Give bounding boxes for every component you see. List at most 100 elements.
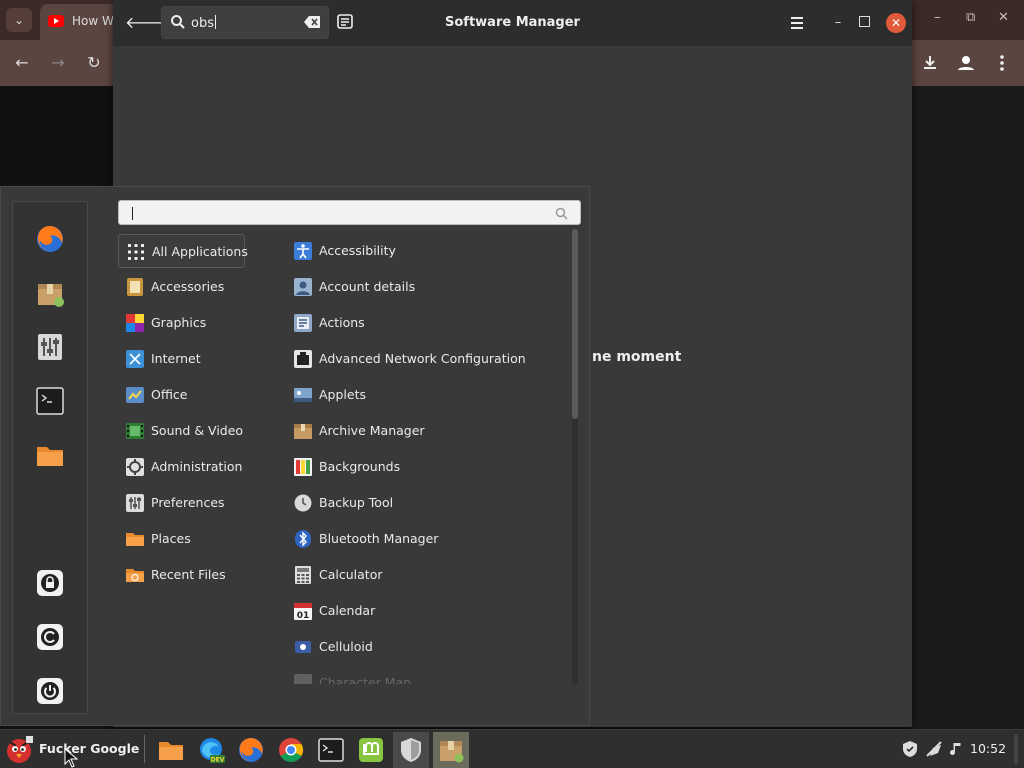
app-advanced-network-configuration[interactable]: Advanced Network Configuration xyxy=(291,342,567,376)
app-backgrounds[interactable]: Backgrounds xyxy=(291,450,567,484)
panel-separator xyxy=(144,735,145,763)
app-actions[interactable]: Actions xyxy=(291,306,567,340)
package-icon[interactable] xyxy=(35,278,65,308)
applets-icon xyxy=(294,388,312,402)
favorites-sidebar xyxy=(12,201,88,714)
app-label: Backgrounds xyxy=(319,459,401,474)
network-disconnected-icon[interactable] xyxy=(925,740,943,758)
show-desktop-button[interactable] xyxy=(1014,734,1018,764)
category-preferences[interactable]: Preferences xyxy=(118,486,245,520)
category-sound-video[interactable]: Sound & Video xyxy=(118,414,245,448)
category-all-applications[interactable]: All Applications xyxy=(118,234,248,268)
app-backup-tool[interactable]: Backup Tool xyxy=(291,486,567,520)
app-label: Celluloid xyxy=(319,639,373,654)
browser-restore-button[interactable]: ⧉ xyxy=(966,10,975,25)
package-icon xyxy=(440,741,464,763)
calculator-icon xyxy=(295,566,311,584)
app-bluetooth-manager[interactable]: Bluetooth Manager xyxy=(291,522,567,556)
browser-close-button[interactable]: ✕ xyxy=(998,10,1009,25)
app-label: Calculator xyxy=(319,567,383,582)
app-calendar[interactable]: 01 Calendar xyxy=(291,594,567,628)
logout-icon[interactable] xyxy=(35,622,65,652)
tab-search-button[interactable]: ⌄ xyxy=(6,8,32,32)
app-celluloid[interactable]: Celluloid xyxy=(291,630,567,664)
folder-icon[interactable] xyxy=(35,440,65,470)
launcher-edge-dev[interactable]: DEV xyxy=(193,732,229,768)
angry-bird-icon xyxy=(7,736,33,763)
search-input[interactable]: obs xyxy=(161,6,329,39)
back-arrow-icon[interactable]: ← xyxy=(11,52,33,74)
media-icon xyxy=(126,423,144,439)
app-label: Account details xyxy=(319,279,416,294)
launcher-terminal[interactable] xyxy=(313,732,349,768)
hamburger-menu-icon[interactable] xyxy=(787,14,807,32)
recent-icon xyxy=(126,569,144,582)
menu-search-caret xyxy=(132,207,133,220)
loading-message: ne moment xyxy=(592,349,682,365)
category-graphics[interactable]: Graphics xyxy=(118,306,245,340)
category-label: All Applications xyxy=(152,244,248,259)
app-archive-manager[interactable]: Archive Manager xyxy=(291,414,567,448)
maximize-button[interactable] xyxy=(859,16,870,27)
celluloid-icon xyxy=(295,641,311,653)
backup-icon xyxy=(294,494,312,512)
category-administration[interactable]: Administration xyxy=(118,450,245,484)
app-label: Actions xyxy=(319,315,365,330)
launcher-firefox[interactable] xyxy=(233,732,269,768)
category-recent-files[interactable]: Recent Files xyxy=(118,558,245,592)
clock[interactable]: 10:52 xyxy=(970,741,1006,756)
browser-tab[interactable]: How W xyxy=(40,4,120,40)
application-menu: All Applications Accessories Graphics In… xyxy=(0,186,590,726)
calculator-icon xyxy=(127,278,143,296)
internet-icon xyxy=(126,350,144,368)
app-character-map[interactable]: Character Map xyxy=(291,666,567,684)
reload-icon[interactable]: ↻ xyxy=(83,52,105,74)
category-internet[interactable]: Internet xyxy=(118,342,245,376)
launcher-chrome[interactable] xyxy=(273,732,309,768)
menu-search-input[interactable] xyxy=(118,200,581,225)
chrome-icon xyxy=(279,738,304,762)
security-shield-icon[interactable] xyxy=(901,740,919,758)
folder-icon xyxy=(159,742,183,760)
sliders-icon[interactable] xyxy=(35,332,65,362)
terminal-icon xyxy=(318,738,344,762)
download-icon[interactable] xyxy=(919,52,941,74)
minimize-button[interactable]: – xyxy=(830,14,846,32)
app-applets[interactable]: Applets xyxy=(291,378,567,412)
launcher-shield[interactable] xyxy=(393,732,429,768)
sound-icon[interactable] xyxy=(948,740,966,758)
account-icon xyxy=(294,278,312,296)
category-label: Recent Files xyxy=(151,567,226,582)
launcher-mint-install[interactable] xyxy=(353,732,389,768)
browser-minimize-button[interactable]: – xyxy=(934,10,941,25)
menu-applet-label: Fucker Google xyxy=(39,741,140,756)
app-label: Accessibility xyxy=(319,243,396,258)
close-button[interactable]: ✕ xyxy=(886,13,906,33)
category-label: Sound & Video xyxy=(151,423,244,438)
lock-icon[interactable] xyxy=(35,568,65,598)
clear-search-icon[interactable] xyxy=(304,16,320,28)
archive-icon xyxy=(294,424,312,439)
firefox-icon xyxy=(239,738,263,762)
profile-icon[interactable] xyxy=(955,52,977,74)
mouse-cursor-icon xyxy=(64,748,78,768)
category-accessories[interactable]: Accessories xyxy=(118,270,245,304)
category-places[interactable]: Places xyxy=(118,522,245,556)
app-label: Applets xyxy=(319,387,366,402)
terminal-icon[interactable] xyxy=(35,386,65,416)
forward-arrow-icon[interactable]: → xyxy=(47,52,69,74)
app-accessibility[interactable]: Accessibility xyxy=(291,234,567,268)
office-icon xyxy=(126,387,144,403)
back-arrow-icon[interactable]: 🡐 xyxy=(125,12,168,34)
history-icon[interactable] xyxy=(335,12,355,32)
power-icon[interactable] xyxy=(35,676,65,706)
launcher-software-manager[interactable] xyxy=(433,732,469,768)
app-calculator[interactable]: Calculator xyxy=(291,558,567,592)
svg-text:DEV: DEV xyxy=(211,757,225,764)
launcher-files[interactable] xyxy=(153,732,189,768)
app-account-details[interactable]: Account details xyxy=(291,270,567,304)
more-vert-icon[interactable] xyxy=(991,52,1013,74)
menu-scrollbar-thumb[interactable] xyxy=(572,229,578,419)
firefox-icon[interactable] xyxy=(35,224,65,254)
category-office[interactable]: Office xyxy=(118,378,245,412)
